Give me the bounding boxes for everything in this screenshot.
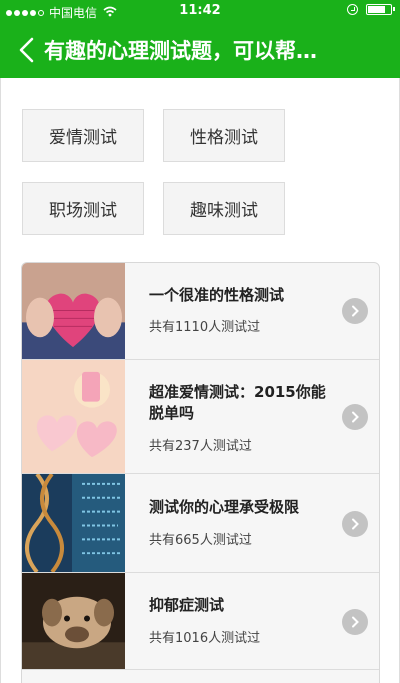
status-right	[347, 4, 395, 15]
battery-icon	[366, 4, 395, 15]
navigation-bar: 有趣的心理测试题，可以帮…	[0, 22, 400, 78]
dna-thumbnail	[22, 474, 125, 572]
quiz-item[interactable]: 抑郁症测试 共有1016人测试过	[22, 573, 379, 670]
quiz-count: 共有1110人测试过	[149, 320, 261, 335]
quiz-count: 共有1016人测试过	[149, 631, 261, 646]
pink-hearts-thumbnail	[22, 360, 125, 473]
chevron-left-icon[interactable]	[14, 36, 42, 64]
quiz-count: 共有665人测试过	[149, 533, 252, 548]
quiz-title: 超准爱情测试：2015你能脱单吗	[149, 383, 326, 422]
main-content: 爱情测试 性格测试 职场测试 趣味测试 一个很准的性格测试 共有1110人测试过	[0, 78, 400, 683]
category-fun-button[interactable]: 趣味测试	[163, 182, 285, 235]
chevron-right-icon[interactable]	[342, 609, 368, 635]
quiz-list: 一个很准的性格测试 共有1110人测试过 超准爱情测试：2015你能脱单吗 共有…	[21, 262, 380, 683]
chevron-right-icon[interactable]	[342, 404, 368, 430]
category-workplace-button[interactable]: 职场测试	[22, 182, 144, 235]
rotation-lock-icon	[347, 4, 358, 15]
knitted-heart-thumbnail	[22, 263, 125, 359]
chevron-right-icon[interactable]	[342, 298, 368, 324]
status-bar: 中国电信 11:42	[0, 0, 400, 22]
category-love-button[interactable]: 爱情测试	[22, 109, 144, 162]
quiz-count: 共有237人测试过	[149, 439, 252, 454]
quiz-item[interactable]: 超准爱情测试：2015你能脱单吗 共有237人测试过	[22, 360, 379, 474]
sad-dog-thumbnail	[22, 573, 125, 669]
quiz-item[interactable]: 一个很准的性格测试 共有1110人测试过	[22, 263, 379, 360]
quiz-title: 测试你的心理承受极限	[149, 498, 300, 516]
category-personality-button[interactable]: 性格测试	[163, 109, 285, 162]
page-title: 有趣的心理测试题，可以帮…	[44, 39, 317, 63]
quiz-title: 一个很准的性格测试	[149, 286, 285, 304]
quiz-item[interactable]: 测试你的心理承受极限 共有665人测试过	[22, 474, 379, 573]
quiz-title: 抑郁症测试	[149, 596, 225, 614]
chevron-right-icon[interactable]	[342, 511, 368, 537]
status-time: 11:42	[179, 3, 221, 18]
